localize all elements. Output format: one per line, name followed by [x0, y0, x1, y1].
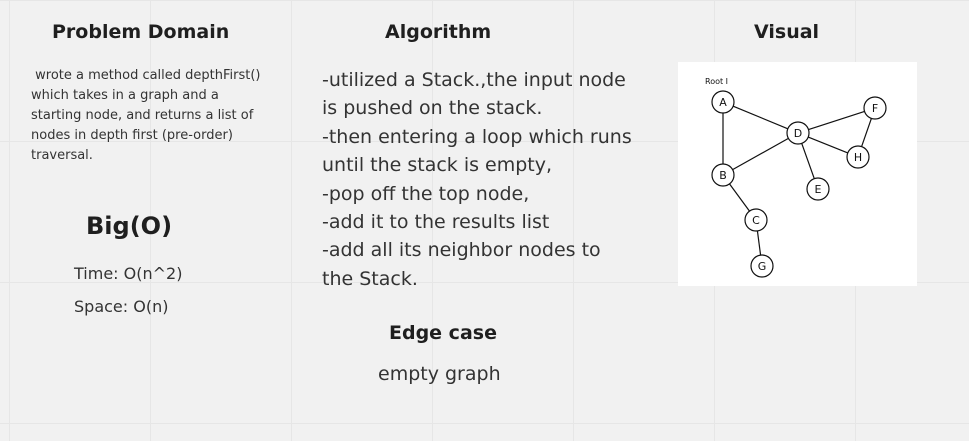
- graph-node-label: G: [758, 260, 767, 273]
- graph-edge-b-d: [732, 137, 789, 171]
- graph-node-c: C: [744, 208, 768, 232]
- graph-node-label: C: [752, 214, 760, 227]
- space-complexity: Space: O(n): [74, 297, 169, 316]
- graph-node-label: B: [719, 169, 727, 182]
- algorithm-step: -then entering a loop which runs until t…: [322, 125, 632, 177]
- big-o-title: Big(O): [86, 212, 173, 240]
- graph-node-g: G: [750, 254, 774, 278]
- graph-node-d: D: [786, 121, 810, 145]
- graph-diagram: A B C D E F G H Root I: [705, 77, 887, 278]
- graph-node-label: E: [815, 183, 822, 196]
- edge-case-text: empty graph: [378, 363, 501, 385]
- graph-diagram-panel: A B C D E F G H Root I: [678, 62, 917, 286]
- graph-edge-d-e: [801, 143, 815, 179]
- algorithm-steps: -utilized a Stack.,the input node is pus…: [322, 66, 632, 293]
- graph-node-e: E: [806, 177, 830, 201]
- graph-node-a: A: [711, 90, 735, 114]
- graph-node-label: F: [872, 102, 878, 115]
- problem-description: wrote a method called depthFirst() which…: [31, 68, 265, 163]
- graph-edge-d-h: [807, 136, 849, 154]
- algorithm-step: -add it to the results list: [322, 211, 550, 234]
- graph-node-label: D: [794, 127, 802, 140]
- algorithm-heading: Algorithm: [385, 21, 492, 43]
- graph-edge-f-h: [861, 118, 872, 147]
- algorithm-step: -add all its neighbor nodes to the Stack…: [322, 239, 601, 290]
- graph-node-label: A: [719, 96, 727, 109]
- graph-edge-b-c: [729, 183, 750, 212]
- edge-case-heading: Edge case: [389, 322, 497, 344]
- graph-node-label: H: [854, 151, 862, 164]
- problem-domain-heading: Problem Domain: [52, 21, 230, 43]
- graph-edge-a-d: [732, 105, 789, 130]
- graph-edge-d-f: [808, 110, 865, 131]
- algorithm-step: -utilized a Stack.,the input node is pus…: [322, 69, 626, 120]
- graph-node-h: H: [846, 145, 870, 169]
- time-complexity: Time: O(n^2): [74, 264, 183, 283]
- graph-node-b: B: [711, 163, 735, 187]
- graph-node-f: F: [863, 96, 887, 120]
- graph-edge-c-g: [756, 230, 762, 256]
- visual-heading: Visual: [754, 21, 820, 43]
- algorithm-step: -pop off the top node,: [322, 182, 530, 205]
- root-label: Root I: [705, 77, 728, 86]
